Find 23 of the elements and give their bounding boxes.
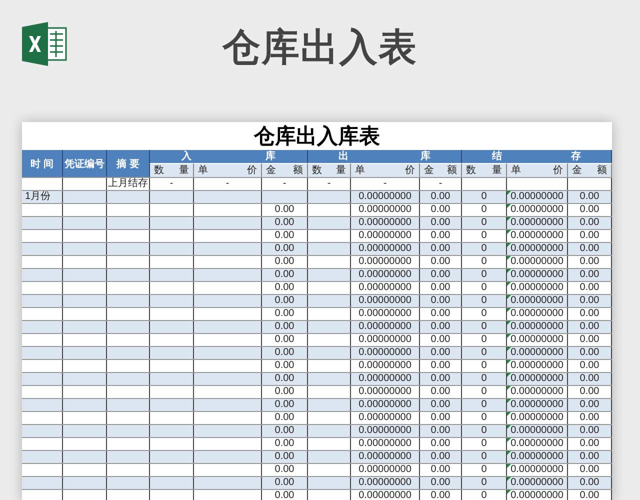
group-header: 出 库 — [308, 150, 462, 163]
table-cell: 0.00 — [420, 490, 462, 500]
column-header: 摘 要 — [107, 150, 150, 177]
column-header: 金 额 — [420, 163, 462, 177]
column-header: 金 额 — [568, 163, 612, 177]
sheet-title: 仓库出入库表 — [252, 123, 381, 150]
group-header: 结 存 — [462, 150, 612, 163]
column-header: 单 价 — [351, 163, 420, 177]
page-title: 仓库出入表 — [222, 24, 418, 71]
column-header: 数 量 — [462, 163, 507, 177]
table-cell: 0.00 — [568, 490, 612, 500]
table-cell: 0.00000000 — [351, 490, 420, 500]
column-header: 单 价 — [194, 163, 262, 177]
column-header: 数 量 — [150, 163, 194, 177]
group-header: 入 库 — [150, 150, 308, 163]
column-header: 凭证编号 — [63, 150, 107, 177]
table-cell: 0.00000000 — [507, 490, 568, 500]
spreadsheet-logo-icon — [20, 20, 68, 68]
table-cell: 0.00 — [262, 490, 308, 500]
column-header: 金 额 — [262, 163, 308, 177]
column-header: 时 间 — [22, 150, 63, 177]
column-header: 数 量 — [308, 163, 351, 177]
column-header: 单 价 — [507, 163, 568, 177]
